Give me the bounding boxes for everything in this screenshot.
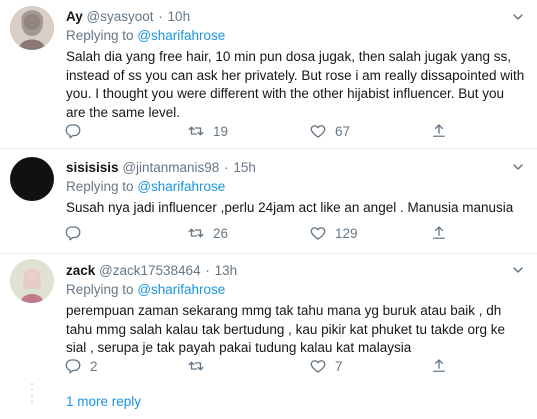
tweet-text-line: instead of ss you can ask her privately.… (66, 67, 525, 83)
tweet-text-line: you. I thought you were different with t… (66, 86, 505, 101)
retweet-count: 26 (213, 225, 229, 241)
tweet-text-line: perempuan zaman sekarang mmg tak tahu ma… (66, 303, 502, 318)
reply-count: 2 (90, 358, 98, 374)
display-name[interactable]: sisisisis (66, 160, 119, 175)
tweet-text-line: sial , serupa je tak payah pakai tudung … (66, 340, 412, 355)
more-replies-link[interactable]: 1 more reply (66, 394, 141, 409)
reply-button[interactable] (64, 223, 90, 243)
reply-button[interactable] (64, 121, 90, 141)
tweet-actions: 19 67 (64, 121, 504, 141)
share-icon (430, 122, 448, 140)
retweet-icon (187, 224, 205, 242)
tweet-text-line: Susah nya jadi influencer ,perlu 24jam a… (66, 200, 514, 215)
timestamp[interactable]: 15h (233, 160, 256, 175)
tweet-text-line: tahu mmg salah kalau tak bertudung , kau… (66, 321, 506, 337)
replying-prefix: Replying to (66, 179, 134, 194)
avatar[interactable] (10, 157, 54, 201)
retweet-icon (187, 357, 205, 375)
replying-prefix: Replying to (66, 28, 134, 43)
like-count: 67 (335, 123, 351, 139)
share-icon (430, 224, 448, 242)
separator-dot: · (205, 263, 210, 278)
like-count: 7 (335, 358, 343, 374)
user-handle[interactable]: @zack17538464 (99, 263, 201, 278)
reply-icon (64, 122, 82, 140)
separator-dot: · (158, 9, 163, 24)
timestamp[interactable]: 10h (168, 9, 191, 24)
separator-dot: · (224, 160, 229, 175)
retweet-button[interactable]: 19 (187, 121, 228, 141)
tweet-header: sisisisis @jintanmanis98 · 15h (66, 159, 525, 177)
share-button[interactable] (430, 121, 448, 141)
tweet-text-line: Salah dia yang free hair, 10 min pun dos… (66, 49, 512, 64)
reply-button[interactable]: 2 (64, 356, 98, 376)
retweet-button[interactable]: 26 (187, 223, 228, 243)
tweet-header: zack @zack17538464 · 13h (66, 262, 525, 280)
avatar[interactable] (10, 6, 54, 50)
heart-icon (309, 122, 327, 140)
chevron-down-icon[interactable] (511, 10, 525, 24)
tweet-text: Susah nya jadi influencer ,perlu 24jam a… (66, 199, 525, 218)
thread-connector (30, 383, 34, 411)
retweet-count: 19 (213, 123, 229, 139)
reply-icon (64, 224, 82, 242)
tweet-actions: 26 129 (64, 223, 504, 243)
retweet-icon (187, 122, 205, 140)
like-count: 129 (335, 225, 358, 241)
heart-icon (309, 357, 327, 375)
like-button[interactable]: 7 (309, 356, 343, 376)
chevron-down-icon[interactable] (511, 263, 525, 277)
heart-icon (309, 224, 327, 242)
tweet[interactable]: sisisisis @jintanmanis98 · 15h Replying … (0, 149, 537, 253)
tweet[interactable]: zack @zack17538464 · 13h Replying to @sh… (0, 254, 537, 382)
mention-link[interactable]: @sharifahrose (137, 282, 225, 297)
user-handle[interactable]: @syasyoot (87, 9, 154, 24)
like-button[interactable]: 67 (309, 121, 350, 141)
mention-link[interactable]: @sharifahrose (137, 28, 225, 43)
reply-icon (64, 357, 82, 375)
like-button[interactable]: 129 (309, 223, 358, 243)
timestamp[interactable]: 13h (215, 263, 238, 278)
tweet-header: Ay @syasyoot · 10h (66, 8, 525, 26)
avatar[interactable] (10, 259, 54, 303)
display-name[interactable]: Ay (66, 9, 83, 24)
tweet-actions: 2 7 (64, 356, 504, 376)
tweet-text: Salah dia yang free hair, 10 min pun dos… (66, 48, 525, 122)
tweet-text: perempuan zaman sekarang mmg tak tahu ma… (66, 302, 525, 358)
share-button[interactable] (430, 356, 448, 376)
replying-to: Replying to @sharifahrose (66, 27, 525, 45)
user-handle[interactable]: @jintanmanis98 (122, 160, 219, 175)
replying-to: Replying to @sharifahrose (66, 281, 525, 299)
chevron-down-icon[interactable] (511, 160, 525, 174)
tweet-text-line: are the same level. (66, 104, 181, 120)
replying-prefix: Replying to (66, 282, 134, 297)
share-icon (430, 357, 448, 375)
replying-to: Replying to @sharifahrose (66, 178, 525, 196)
share-button[interactable] (430, 223, 448, 243)
tweet[interactable]: Ay @syasyoot · 10h Replying to @sharifah… (0, 0, 537, 148)
retweet-button[interactable] (187, 356, 213, 376)
display-name[interactable]: zack (66, 263, 95, 278)
mention-link[interactable]: @sharifahrose (137, 179, 225, 194)
